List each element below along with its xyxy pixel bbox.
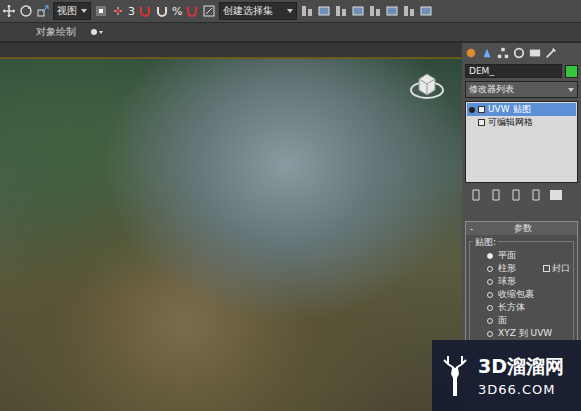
- viewcube-icon[interactable]: [410, 69, 444, 103]
- mirror-icon[interactable]: [300, 4, 314, 18]
- mapping-group: 贴图:平面柱形封口球形收缩包裹长方体面XYZ 到 UVW: [469, 241, 574, 343]
- checkbox-label: 封口: [552, 262, 570, 275]
- utilities-icon[interactable]: [545, 47, 557, 59]
- percent-snap-toggle[interactable]: %: [172, 5, 182, 18]
- group-label: 贴图:: [473, 236, 498, 249]
- ribbon-bar: 对象绘制: [0, 23, 581, 41]
- layer-icon[interactable]: [334, 4, 348, 18]
- collapse-toggle[interactable]: -: [470, 224, 473, 234]
- main-toolbar: 视图 3% 创建选择集: [0, 0, 581, 23]
- radio-label: 柱形: [498, 262, 516, 275]
- dropdown-arrow-icon: [287, 9, 293, 13]
- brand-name: 3D溜溜网: [478, 354, 564, 380]
- rollout-header[interactable]: -参数: [466, 222, 577, 235]
- radio-button[interactable]: [487, 279, 493, 285]
- object-name-row: DEM_: [465, 64, 578, 78]
- dropdown-value: 修改器列表: [469, 83, 514, 96]
- modifier-stack-item[interactable]: 可编辑网格: [467, 116, 576, 129]
- radio-label: 球形: [498, 275, 516, 288]
- watermark: 3D溜溜网 3D66.COM: [432, 340, 581, 411]
- stack-tools: [465, 186, 578, 204]
- watermark-text: 3D溜溜网 3D66.COM: [478, 354, 564, 397]
- radio-label: 收缩包裹: [498, 288, 534, 301]
- mapping-radio[interactable]: XYZ 到 UVW: [473, 327, 570, 340]
- object-color-swatch[interactable]: [565, 65, 578, 78]
- viewport[interactable]: [0, 43, 462, 411]
- angle-snap-icon[interactable]: [155, 4, 169, 18]
- radio-button[interactable]: [487, 331, 493, 337]
- curve-editor-icon[interactable]: [351, 4, 365, 18]
- make-unique-icon[interactable]: [509, 188, 523, 202]
- mapping-radio[interactable]: 长方体: [473, 301, 570, 314]
- rollout-title: 参数: [473, 222, 573, 235]
- ribbon-options-icon[interactable]: [90, 25, 104, 39]
- mapping-radio[interactable]: 球形: [473, 275, 570, 288]
- schematic-icon[interactable]: [368, 4, 382, 18]
- radio-button[interactable]: [487, 266, 493, 272]
- mapping-radio[interactable]: 柱形 封口: [473, 262, 570, 275]
- material-editor-icon[interactable]: [385, 4, 399, 18]
- dropdown-value: 创建选择集: [223, 4, 273, 18]
- radio-button[interactable]: [487, 292, 493, 298]
- expand-box-icon[interactable]: [478, 106, 485, 113]
- radio-button[interactable]: [487, 253, 493, 259]
- snap-toggle[interactable]: 3: [128, 5, 135, 18]
- modifier-list-dropdown[interactable]: 修改器列表: [465, 81, 578, 98]
- modifier-stack-item[interactable]: UVW 贴图: [467, 103, 576, 116]
- expand-box-icon[interactable]: [478, 119, 485, 126]
- mapping-radio[interactable]: 面: [473, 314, 570, 327]
- mapping-radio[interactable]: 收缩包裹: [473, 288, 570, 301]
- spinner-snap-icon[interactable]: [185, 4, 199, 18]
- modifier-stack: UVW 贴图可编辑网格: [465, 101, 578, 183]
- remove-modifier-icon[interactable]: [529, 188, 543, 202]
- edit-named-selection-icon[interactable]: [202, 4, 216, 18]
- radio-label: XYZ 到 UVW: [498, 327, 552, 340]
- radio-label: 平面: [498, 249, 516, 262]
- align-icon[interactable]: [317, 4, 331, 18]
- terrain-render: [0, 59, 462, 411]
- dropdown-arrow-icon: [81, 9, 87, 13]
- deer-logo-icon: [438, 354, 472, 398]
- pin-stack-icon[interactable]: [469, 188, 483, 202]
- radio-button[interactable]: [487, 305, 493, 311]
- create-icon[interactable]: [465, 47, 477, 59]
- hierarchy-icon[interactable]: [497, 47, 509, 59]
- render-icon[interactable]: [419, 4, 433, 18]
- radio-label: 长方体: [498, 301, 525, 314]
- pivot-icon[interactable]: [94, 4, 108, 18]
- parameters-rollout: -参数贴图:平面柱形 封口球形收缩包裹长方体面XYZ 到 UVW: [465, 221, 578, 347]
- configure-sets-icon[interactable]: [549, 188, 563, 202]
- modifier-label: UVW 贴图: [488, 103, 531, 116]
- dropdown-arrow-icon: [568, 88, 574, 92]
- toggle-bulb-icon[interactable]: [469, 107, 475, 113]
- move-icon[interactable]: [2, 4, 16, 18]
- mapping-radio[interactable]: 平面: [473, 249, 570, 262]
- scale-icon[interactable]: [36, 4, 50, 18]
- display-icon[interactable]: [529, 47, 541, 59]
- select-manipulate-icon[interactable]: [111, 4, 125, 18]
- motion-icon[interactable]: [513, 47, 525, 59]
- dropdown-value: 视图: [57, 4, 77, 18]
- brand-url: 3D66.COM: [478, 382, 564, 397]
- viewport-header: [0, 43, 462, 59]
- cap-checkbox-row[interactable]: 封口: [543, 262, 570, 275]
- snap-magnet-icon[interactable]: [138, 4, 152, 18]
- object-name-field[interactable]: DEM_: [465, 64, 562, 78]
- command-panel-tabs: [465, 45, 578, 61]
- render-setup-icon[interactable]: [402, 4, 416, 18]
- radio-label: 面: [498, 314, 507, 327]
- named-selection-dropdown[interactable]: 创建选择集: [219, 2, 297, 20]
- object-paint-tab[interactable]: 对象绘制: [36, 25, 76, 39]
- cap-checkbox[interactable]: [543, 265, 550, 272]
- radio-button[interactable]: [487, 318, 493, 324]
- modifier-label: 可编辑网格: [488, 116, 533, 129]
- reference-coordinate-dropdown[interactable]: 视图: [53, 2, 91, 20]
- rotate-icon[interactable]: [19, 4, 33, 18]
- show-end-result-icon[interactable]: [489, 188, 503, 202]
- modify-icon[interactable]: [481, 47, 493, 59]
